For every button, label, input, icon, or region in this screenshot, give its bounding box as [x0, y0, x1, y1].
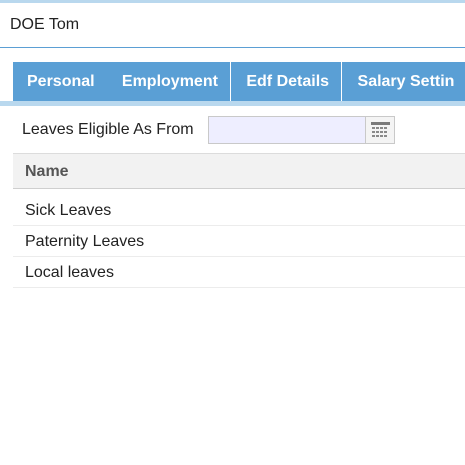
leave-name-cell: Sick Leaves: [25, 202, 112, 219]
tab-personal[interactable]: Personal: [13, 62, 107, 101]
calendar-button[interactable]: [366, 116, 395, 144]
tab-bar: Personal Employment Edf Details Salary S…: [13, 62, 465, 101]
column-header-name: Name: [25, 163, 69, 180]
leave-name-cell: Paternity Leaves: [25, 233, 145, 250]
leaves-eligible-label: Leaves Eligible As From: [22, 121, 194, 138]
leave-types-table: Name Sick Leaves Paternity Leaves Local …: [13, 153, 465, 288]
tab-employment[interactable]: Employment: [107, 62, 230, 101]
tab-edf-details[interactable]: Edf Details: [230, 62, 340, 101]
table-header: Name: [13, 153, 465, 189]
tab-salary-settings[interactable]: Salary Settin: [340, 62, 465, 101]
table-row[interactable]: Local leaves: [13, 257, 465, 288]
employee-leave-settings-page: DOE Tom Personal Employment Edf Details …: [0, 0, 465, 465]
table-row[interactable]: Sick Leaves: [13, 195, 465, 226]
employee-name: DOE Tom: [10, 16, 80, 33]
table-row[interactable]: Paternity Leaves: [13, 226, 465, 257]
tab-underline: [0, 101, 465, 106]
leaves-eligible-date-input[interactable]: [208, 116, 366, 144]
leave-name-cell: Local leaves: [25, 264, 114, 281]
calendar-icon: [371, 122, 390, 137]
employee-header: DOE Tom: [0, 3, 465, 48]
